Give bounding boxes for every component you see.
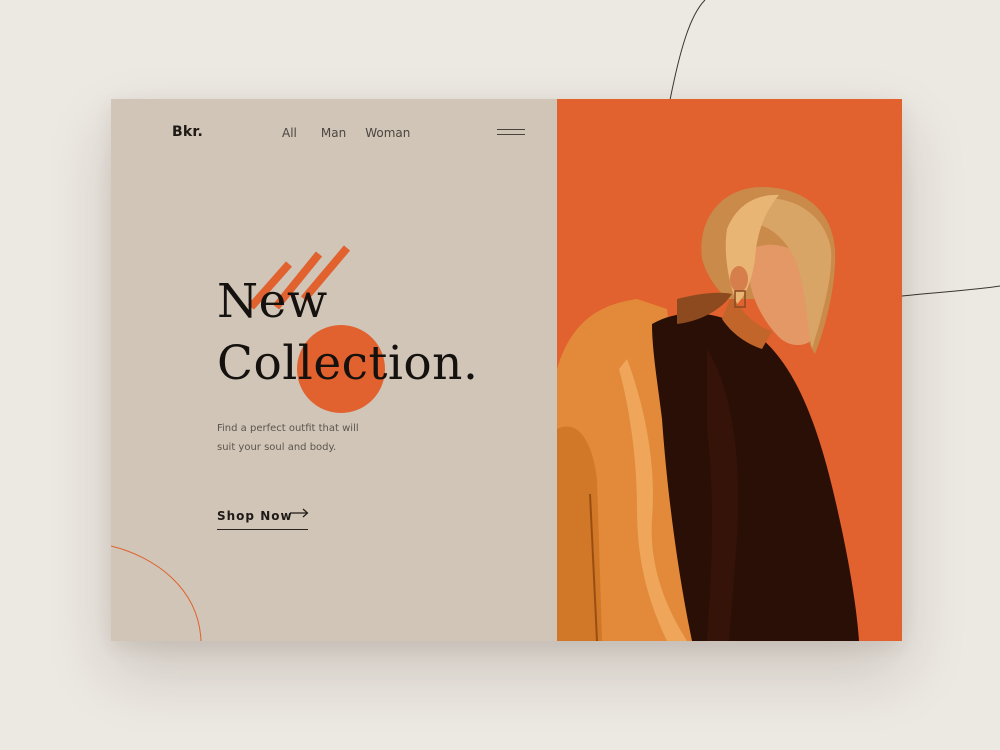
background-curve-right — [901, 285, 1000, 297]
main-nav: All Man Woman — [282, 126, 410, 140]
hero-image-panel — [557, 99, 902, 641]
nav-link-all[interactable]: All — [282, 126, 297, 140]
shop-now-button[interactable]: Shop Now — [217, 505, 309, 530]
nav-link-man[interactable]: Man — [321, 126, 346, 140]
hero-headline: New Collection. — [217, 271, 478, 395]
headline-line-1: New — [217, 274, 328, 329]
background-curve-top — [669, 0, 706, 101]
hero-description-line-2: suit your soul and body. — [217, 442, 337, 453]
arrow-right-icon — [290, 508, 309, 518]
brand-logo[interactable]: Bkr. — [172, 124, 203, 140]
hero-left-panel: Bkr. All Man Woman New Collection. Find … — [111, 99, 557, 641]
headline-line-2: Collection. — [217, 336, 479, 391]
shop-now-label: Shop Now — [217, 509, 293, 523]
hero-description-line-1: Find a perfect outfit that will — [217, 423, 359, 434]
hero-card: Bkr. All Man Woman New Collection. Find … — [111, 99, 902, 641]
model-photo — [557, 187, 859, 641]
hamburger-menu-icon[interactable] — [497, 127, 525, 137]
hoodie-shape — [652, 313, 859, 641]
hero-description: Find a perfect outfit that will suit you… — [217, 419, 377, 457]
nav-link-woman[interactable]: Woman — [365, 126, 410, 140]
corner-arc-decoration — [111, 545, 202, 641]
